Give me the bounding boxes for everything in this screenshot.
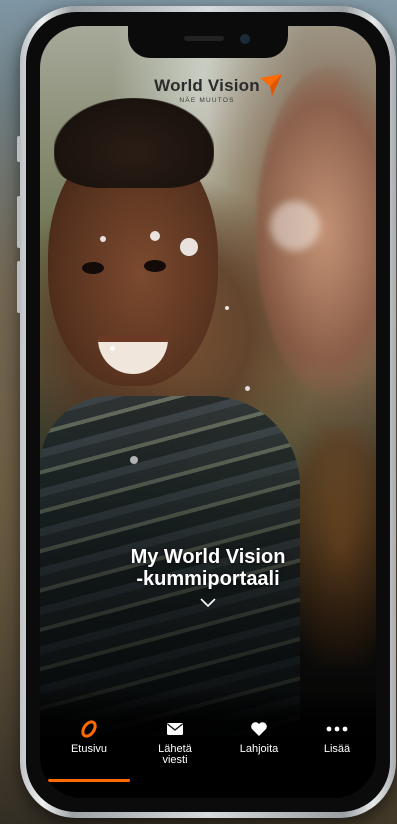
speaker-grille [184,36,224,41]
hero-title-line1: My World Vision [130,546,286,568]
logo-tagline: NÄE MUUTOS [179,97,235,104]
tab-lahjoita[interactable]: Lahjoita [220,718,298,755]
phone-bezel: World Vision NÄE MUUTOS My World Vision … [26,12,390,812]
more-icon [326,726,348,732]
tab-label-lahjoita: Lahjoita [239,743,279,755]
tab-etusivu[interactable]: Etusivu [50,718,128,755]
chevron-down-icon[interactable] [199,596,217,608]
phone-frame: World Vision NÄE MUUTOS My World Vision … [17,6,396,818]
app-screen: World Vision NÄE MUUTOS My World Vision … [40,26,376,798]
active-tab-indicator [48,779,130,782]
home-leaf-icon [81,720,97,738]
mute-switch [17,136,21,162]
front-camera [240,34,250,44]
volume-up-button [17,196,21,248]
world-vision-star-icon [260,74,282,96]
tab-label-laheta-viesti: Lähetä viesti [158,743,192,766]
tab-lisaa[interactable]: Lisää [298,718,376,755]
tab-label-etusivu: Etusivu [70,743,108,755]
tab-label-lisaa: Lisää [323,743,351,755]
volume-down-button [17,261,21,313]
phone-notch [128,26,288,58]
hero-title-line2: -kummiportaali [136,568,280,590]
bottom-tab-bar: Etusivu Lähetä viesti Lahjoita Lisää [40,688,376,798]
hero-section: My World Vision -kummiportaali [40,546,376,613]
heart-icon [251,722,267,736]
mail-icon [167,723,183,735]
world-vision-logo: World Vision NÄE MUUTOS [132,74,282,104]
tab-laheta-viesti[interactable]: Lähetä viesti [136,718,214,766]
photo-vignette [40,26,376,798]
